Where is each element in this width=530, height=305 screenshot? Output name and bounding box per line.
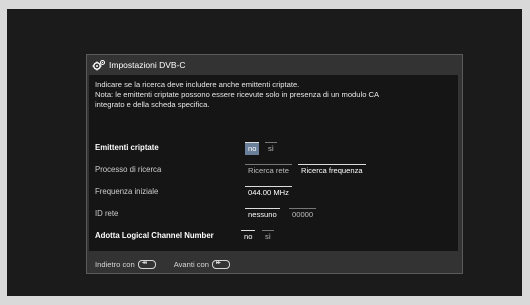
start-frequency-label: Frequenza iniziale <box>95 187 159 196</box>
gears-icon <box>92 59 106 71</box>
encrypted-label: Emittenti criptate <box>95 143 159 152</box>
start-frequency-value[interactable]: 044.00 MHz <box>245 186 292 199</box>
encrypted-option-si[interactable]: sì <box>265 142 277 155</box>
lcn-option-si[interactable]: sì <box>262 230 274 243</box>
setting-row-lcn: Adotta Logical Channel Number no sì <box>95 228 455 244</box>
back-icon-glyph: ◂◂ <box>141 259 147 266</box>
dialog-title: Impostazioni DVB-C <box>109 60 186 70</box>
next-hint-label: Avanti con <box>173 259 210 269</box>
lcn-label: Adotta Logical Channel Number <box>95 231 214 240</box>
description-line: integrato e della scheda specifica. <box>95 100 210 109</box>
search-process-option-network[interactable]: Ricerca rete <box>245 164 292 177</box>
dialog-title-bar: Impostazioni DVB-C <box>87 55 462 75</box>
encrypted-option-no[interactable]: no <box>245 142 260 155</box>
tv-screen: Impostazioni DVB-C Indicare se la ricerc… <box>7 9 522 296</box>
next-icon-glyph: ▸▸ <box>216 259 221 266</box>
dialog-description: Indicare se la ricerca deve includere an… <box>95 80 450 110</box>
network-id-label: ID rete <box>95 209 119 218</box>
setting-row-search-process: Processo di ricerca Ricerca rete Ricerca… <box>95 162 455 178</box>
next-button-icon: ▸▸ <box>212 259 231 269</box>
dialog-content: Indicare se la ricerca deve includere an… <box>89 75 458 251</box>
description-line: Nota: le emittenti criptate possono esse… <box>95 90 380 99</box>
setting-row-encrypted: Emittenti criptate no sì <box>95 140 455 156</box>
back-hint-label: Indietro con <box>95 259 135 269</box>
setting-row-network-id: ID rete nessuno 00000 <box>95 206 455 222</box>
search-process-option-frequency[interactable]: Ricerca frequenza <box>298 164 366 177</box>
dialog-footer: Indietro con ◂◂ Avanti con ▸▸ <box>95 258 231 270</box>
description-line: Indicare se la ricerca deve includere an… <box>95 80 300 89</box>
network-id-option-none[interactable]: nessuno <box>245 208 280 221</box>
network-id-value[interactable]: 00000 <box>289 208 317 221</box>
dvb-c-settings-dialog: Impostazioni DVB-C Indicare se la ricerc… <box>86 54 463 274</box>
setting-row-start-frequency: Frequenza iniziale 044.00 MHz <box>95 184 455 200</box>
back-button-icon: ◂◂ <box>137 259 156 269</box>
lcn-option-no[interactable]: no <box>241 230 256 243</box>
search-process-label: Processo di ricerca <box>95 165 162 174</box>
